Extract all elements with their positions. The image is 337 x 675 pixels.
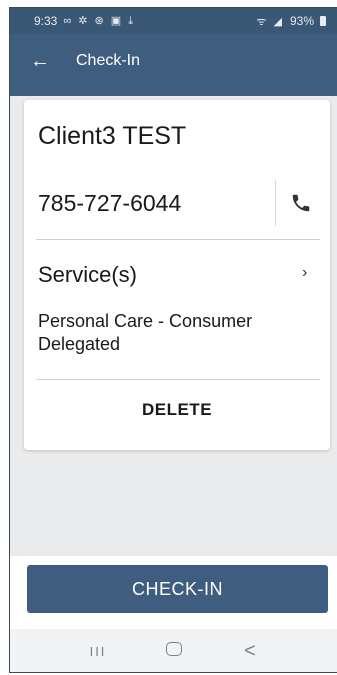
phone-row: 785-727-6044 [24, 180, 330, 230]
client-name: Client3 TEST [38, 122, 187, 150]
status-bar: 9:33 ∞ ✲ ⊛ ▣ ⤓ ᯤ ◢ 93% [10, 8, 337, 34]
delete-button[interactable]: DELETE [24, 390, 330, 430]
recents-icon[interactable]: III [83, 644, 113, 659]
services-row[interactable]: Service(s) › Personal Care - Consumer De… [24, 250, 330, 374]
bottom-action-area: CHECK-IN [10, 556, 337, 630]
phone-icon[interactable] [290, 192, 312, 214]
nav-back-icon[interactable]: < [235, 640, 265, 663]
home-icon [166, 642, 182, 656]
client-card: Client3 TEST 785-727-6044 Service(s) › P… [24, 100, 330, 450]
page-title: Check-In [76, 52, 141, 69]
status-time: 9:33 [34, 14, 58, 28]
chevron-right-icon: › [302, 264, 308, 281]
app-frame: 9:33 ∞ ✲ ⊛ ▣ ⤓ ᯤ ◢ 93% ← Check-In Client… [9, 7, 337, 673]
status-left: 9:33 ∞ ✲ ⊛ ▣ ⤓ [34, 14, 135, 28]
service-name: Personal Care - Consumer Delegated [38, 311, 253, 354]
battery-level: 93% [289, 14, 314, 28]
battery-icon [320, 16, 326, 26]
check-in-button[interactable]: CHECK-IN [27, 565, 328, 613]
services-label: Service(s) [38, 262, 138, 287]
status-right: ᯤ ◢ 93% [256, 14, 326, 29]
notification-icons: ∞ ✲ ⊛ ▣ ⤓ [63, 15, 136, 27]
app-bar: ← Check-In [10, 34, 337, 96]
signal-icons: ᯤ ◢ [256, 15, 284, 28]
divider [36, 379, 320, 380]
back-arrow-icon[interactable]: ← [30, 51, 50, 71]
phone-divider [275, 180, 276, 226]
phone-number: 785-727-6044 [38, 190, 182, 216]
system-nav-bar: III < [10, 629, 337, 672]
home-button[interactable] [159, 642, 189, 661]
divider [36, 239, 320, 240]
